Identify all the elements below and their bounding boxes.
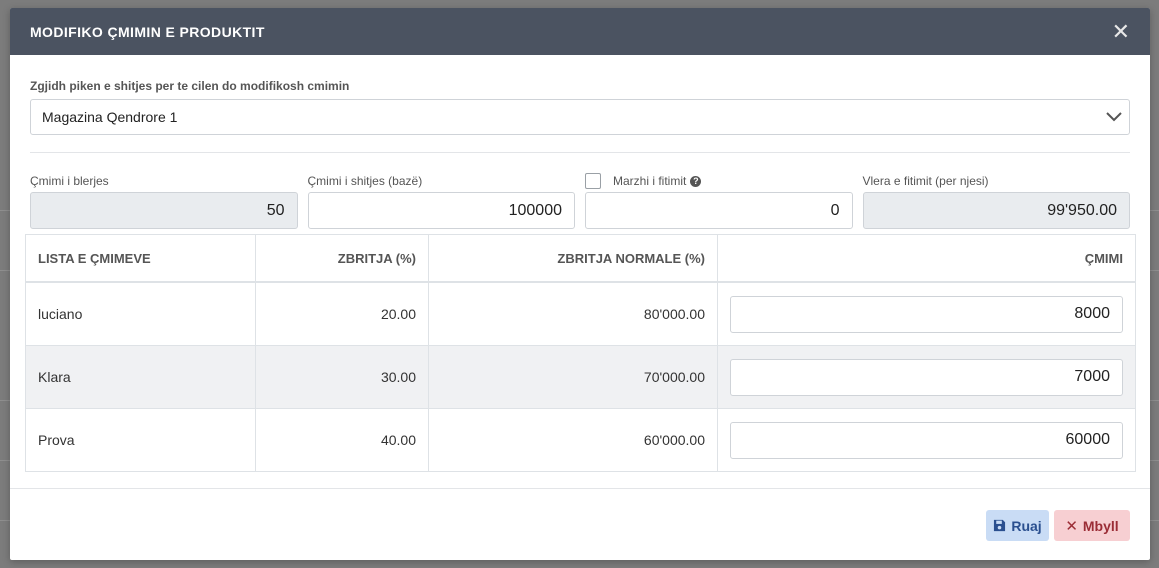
column-header-price-list: LISTA E ÇMIMEVE bbox=[25, 234, 256, 283]
column-header-price: ÇMIMI bbox=[717, 234, 1136, 283]
save-button-label: Ruaj bbox=[1011, 517, 1042, 534]
margin-checkbox[interactable] bbox=[585, 173, 601, 189]
edit-price-modal: MODIFIKO ÇMIMIN E PRODUKTIT ✕ Zgjidh pik… bbox=[10, 8, 1150, 560]
purchase-price-field: 50 bbox=[30, 192, 298, 229]
close-icon[interactable]: ✕ bbox=[1112, 20, 1130, 43]
modal-body: Zgjidh piken e shitjes per te cilen do m… bbox=[10, 79, 1150, 229]
close-button[interactable]: ✕ Mbyll bbox=[1054, 510, 1130, 541]
price-list-name: Prova bbox=[25, 408, 256, 472]
table-row: Klara 30.00 70'000.00 7000 bbox=[25, 345, 1136, 409]
profit-group: Vlera e fitimit (per njesi) 99'950.00 bbox=[862, 173, 1130, 229]
modal-footer: Ruaj ✕ Mbyll bbox=[10, 488, 1150, 560]
normal-discount-value: 70'000.00 bbox=[428, 345, 718, 409]
table-header-row: LISTA E ÇMIMEVE ZBRITJA (%) ZBRITJA NORM… bbox=[25, 234, 1136, 283]
discount-value: 20.00 bbox=[255, 281, 429, 346]
x-icon: ✕ bbox=[1065, 517, 1078, 535]
price-list-table: LISTA E ÇMIMEVE ZBRITJA (%) ZBRITJA NORM… bbox=[25, 234, 1136, 472]
normal-discount-value: 60'000.00 bbox=[428, 408, 718, 472]
price-input[interactable]: 60000 bbox=[730, 421, 1123, 459]
price-input[interactable]: 7000 bbox=[730, 358, 1123, 396]
floppy-disk-icon bbox=[994, 519, 1006, 532]
sale-price-group: Çmimi i shitjes (bazë) 100000 bbox=[307, 173, 575, 229]
divider bbox=[30, 152, 1130, 153]
help-icon[interactable]: ? bbox=[690, 175, 702, 187]
store-select-label: Zgjidh piken e shitjes per te cilen do m… bbox=[30, 79, 350, 93]
discount-value: 40.00 bbox=[255, 408, 429, 472]
normal-discount-value: 80'000.00 bbox=[428, 281, 718, 346]
table-row: Prova 40.00 60'000.00 60000 bbox=[25, 408, 1136, 472]
table-row: luciano 20.00 80'000.00 8000 bbox=[25, 281, 1136, 346]
price-list-name: Klara bbox=[25, 345, 256, 409]
margin-label-row: Marzhi i fitimit ? bbox=[585, 173, 853, 189]
sale-price-input[interactable]: 100000 bbox=[307, 192, 575, 229]
profit-field: 99'950.00 bbox=[862, 192, 1130, 229]
price-input[interactable]: 8000 bbox=[730, 295, 1123, 333]
column-header-discount: ZBRITJA (%) bbox=[255, 234, 429, 283]
chevron-down-icon bbox=[1099, 112, 1129, 122]
price-list-name: luciano bbox=[25, 281, 256, 346]
store-select-value: Magazina Qendrore 1 bbox=[42, 109, 178, 125]
margin-group: Marzhi i fitimit ? 0 bbox=[585, 173, 853, 229]
price-fields-row: Çmimi i blerjes 50 Çmimi i shitjes (bazë… bbox=[30, 173, 1130, 229]
purchase-price-group: Çmimi i blerjes 50 bbox=[30, 173, 298, 229]
discount-value: 30.00 bbox=[255, 345, 429, 409]
profit-label: Vlera e fitimit (per njesi) bbox=[862, 174, 989, 188]
purchase-price-label: Çmimi i blerjes bbox=[30, 174, 109, 188]
close-button-label: Mbyll bbox=[1082, 517, 1119, 534]
margin-label: Marzhi i fitimit bbox=[613, 174, 687, 188]
margin-input[interactable]: 0 bbox=[585, 192, 853, 229]
store-select[interactable]: Magazina Qendrore 1 bbox=[30, 99, 1130, 135]
save-button[interactable]: Ruaj bbox=[986, 510, 1049, 541]
column-header-normal-discount: ZBRITJA NORMALE (%) bbox=[428, 234, 718, 283]
sale-price-label: Çmimi i shitjes (bazë) bbox=[307, 174, 423, 188]
modal-title: MODIFIKO ÇMIMIN E PRODUKTIT bbox=[30, 23, 265, 40]
modal-header: MODIFIKO ÇMIMIN E PRODUKTIT ✕ bbox=[10, 8, 1150, 55]
